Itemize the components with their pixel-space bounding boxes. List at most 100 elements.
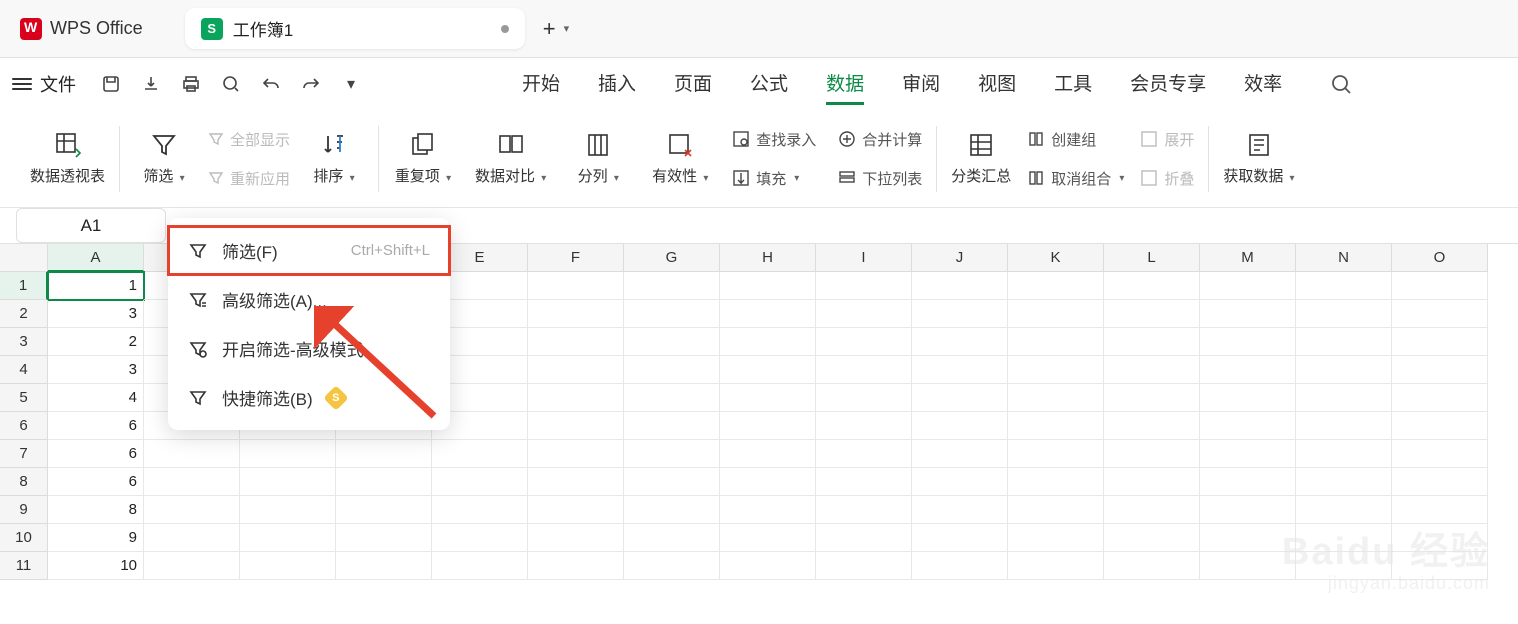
column-header[interactable]: H (720, 244, 816, 272)
document-tab[interactable]: S 工作簿1 (185, 8, 525, 49)
cell[interactable] (1008, 272, 1104, 300)
cell[interactable] (1296, 328, 1392, 356)
cell[interactable] (144, 524, 240, 552)
cell[interactable]: 8 (48, 496, 144, 524)
cell[interactable] (1104, 272, 1200, 300)
filter-button[interactable]: 筛选 ▾ (134, 131, 194, 186)
ungroup-button[interactable]: 取消组合 ▾ (1027, 164, 1124, 193)
cell[interactable] (1296, 412, 1392, 440)
expand-button[interactable]: 展开 (1140, 125, 1194, 154)
close-tab-icon[interactable] (501, 25, 509, 33)
cell[interactable]: 3 (48, 300, 144, 328)
menu-item-quick-filter[interactable]: 快捷筛选(B) S (168, 373, 450, 422)
cell[interactable] (336, 524, 432, 552)
menu-item-enable-advanced[interactable]: 开启筛选-高级模式 (168, 324, 450, 373)
row-header[interactable]: 1 (0, 272, 48, 300)
cell[interactable] (1296, 524, 1392, 552)
cell[interactable] (912, 300, 1008, 328)
tab-vip[interactable]: 会员专享 (1130, 63, 1206, 105)
cell[interactable] (1200, 328, 1296, 356)
cell[interactable] (912, 272, 1008, 300)
column-header[interactable]: I (816, 244, 912, 272)
cell[interactable] (720, 440, 816, 468)
preview-icon[interactable] (220, 73, 242, 95)
cell[interactable] (720, 272, 816, 300)
tab-insert[interactable]: 插入 (598, 63, 636, 105)
subtotal-button[interactable]: 分类汇总 (951, 131, 1011, 186)
cell[interactable] (1104, 412, 1200, 440)
cell[interactable] (720, 412, 816, 440)
cell[interactable] (816, 552, 912, 580)
cell[interactable] (1104, 496, 1200, 524)
cell[interactable] (1008, 552, 1104, 580)
cell[interactable] (624, 524, 720, 552)
cell[interactable] (1296, 300, 1392, 328)
row-header[interactable]: 8 (0, 468, 48, 496)
tab-tools[interactable]: 工具 (1054, 63, 1092, 105)
tab-view[interactable]: 视图 (978, 63, 1016, 105)
cell[interactable] (720, 356, 816, 384)
chevron-down-icon[interactable]: ▾ (340, 73, 362, 95)
cell[interactable] (1392, 300, 1488, 328)
cell[interactable] (1392, 384, 1488, 412)
cell[interactable] (528, 412, 624, 440)
new-tab-button[interactable]: + ▾ (543, 16, 569, 42)
cell[interactable] (1392, 440, 1488, 468)
cell[interactable] (816, 440, 912, 468)
cell[interactable] (912, 328, 1008, 356)
cell[interactable] (720, 496, 816, 524)
cell[interactable] (720, 300, 816, 328)
cell[interactable] (816, 356, 912, 384)
cell[interactable] (816, 524, 912, 552)
cell[interactable] (144, 468, 240, 496)
cell[interactable] (816, 328, 912, 356)
cell[interactable] (912, 412, 1008, 440)
cell[interactable] (432, 468, 528, 496)
cell[interactable] (1008, 524, 1104, 552)
cell[interactable] (1392, 412, 1488, 440)
tab-review[interactable]: 审阅 (902, 63, 940, 105)
cell[interactable] (240, 468, 336, 496)
cell[interactable] (624, 384, 720, 412)
column-header[interactable]: F (528, 244, 624, 272)
cell[interactable] (1008, 468, 1104, 496)
redo-icon[interactable] (300, 73, 322, 95)
cell[interactable]: 1 (48, 272, 144, 300)
get-data-button[interactable]: 获取数据 ▾ (1223, 131, 1294, 186)
cell[interactable]: 6 (48, 412, 144, 440)
fill-button[interactable]: 填充 ▾ (732, 164, 816, 193)
collapse-button[interactable]: 折叠 (1140, 164, 1194, 193)
cell[interactable] (1008, 328, 1104, 356)
cell[interactable]: 6 (48, 468, 144, 496)
dropdown-list-button[interactable]: 下拉列表 (838, 164, 922, 193)
cell[interactable] (1392, 356, 1488, 384)
cell[interactable] (1392, 496, 1488, 524)
cell[interactable] (528, 300, 624, 328)
cell[interactable] (1296, 468, 1392, 496)
row-header[interactable]: 3 (0, 328, 48, 356)
cell[interactable] (624, 356, 720, 384)
cell[interactable] (1392, 524, 1488, 552)
cell[interactable] (240, 552, 336, 580)
row-header[interactable]: 10 (0, 524, 48, 552)
cell[interactable] (1104, 440, 1200, 468)
search-icon[interactable] (1330, 73, 1352, 95)
cell[interactable] (1200, 524, 1296, 552)
save-icon[interactable] (100, 73, 122, 95)
cell[interactable] (1392, 552, 1488, 580)
tab-formula[interactable]: 公式 (750, 63, 788, 105)
split-button[interactable]: 分列 ▾ (568, 131, 628, 186)
cell[interactable] (624, 496, 720, 524)
cell[interactable] (336, 496, 432, 524)
cell[interactable] (912, 496, 1008, 524)
cell[interactable] (816, 496, 912, 524)
cell[interactable] (1008, 440, 1104, 468)
cell[interactable] (432, 552, 528, 580)
column-header[interactable]: K (1008, 244, 1104, 272)
cell[interactable] (1104, 356, 1200, 384)
cell[interactable] (528, 328, 624, 356)
cell[interactable] (1104, 524, 1200, 552)
cell[interactable] (1296, 272, 1392, 300)
tab-page[interactable]: 页面 (674, 63, 712, 105)
cell[interactable] (432, 524, 528, 552)
